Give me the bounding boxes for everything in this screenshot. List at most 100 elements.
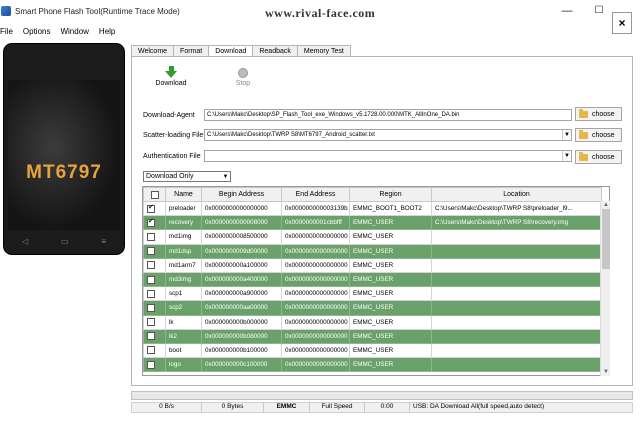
checkbox[interactable] (147, 318, 155, 327)
col-end-address[interactable]: End Address (281, 187, 350, 202)
row-location[interactable] (431, 271, 602, 288)
choose-scatter-button[interactable]: choose (575, 128, 622, 142)
download-agent-field[interactable]: C:\Users\Makc\Desktop\SP_Flash_Tool_exe_… (204, 109, 572, 121)
folder-icon (579, 129, 588, 139)
table-scrollbar[interactable]: ▲ ▼ (600, 201, 610, 376)
row-location[interactable] (431, 342, 602, 359)
row-location[interactable] (431, 357, 602, 373)
row-checkbox[interactable] (143, 271, 166, 288)
scatter-value: C:\Users\Makc\Desktop\TWRP S8\MT6797_And… (207, 132, 375, 138)
mode-select[interactable]: Download Only ▼ (143, 171, 231, 182)
checkbox[interactable] (147, 247, 155, 256)
menu-window[interactable]: Window (60, 27, 88, 36)
row-checkbox[interactable] (143, 328, 166, 344)
row-location[interactable] (431, 314, 602, 330)
mode-value: Download Only (146, 173, 194, 180)
row-region: EMMC_USER (349, 286, 432, 302)
select-all-checkbox[interactable] (143, 187, 166, 202)
row-name: md1img (165, 229, 202, 245)
toolbar: Download Stop (150, 66, 294, 87)
download-button[interactable]: Download (150, 66, 192, 87)
checkbox[interactable] (147, 360, 155, 369)
row-location[interactable]: C:\Users\Makc\Desktop\TWRP S8\recovery.i… (431, 215, 602, 231)
col-name[interactable]: Name (165, 187, 202, 202)
row-checkbox[interactable] (143, 215, 166, 231)
checkbox[interactable] (147, 332, 155, 341)
row-checkbox[interactable] (143, 300, 166, 316)
row-end-address: 0x0000000000000000 (281, 328, 350, 344)
row-location[interactable] (431, 257, 602, 273)
row-begin-address: 0x000000000a400000 (201, 271, 282, 288)
checkbox[interactable] (147, 346, 155, 355)
status-time: 0:00 (365, 402, 410, 413)
table-row[interactable]: md1arm7 0x000000000a100000 0x0000000000000… (143, 257, 602, 273)
chevron-down-icon[interactable]: ▼ (562, 151, 571, 161)
row-begin-address: 0x000000000b100000 (201, 342, 282, 359)
menu-file[interactable]: File (0, 27, 13, 36)
col-begin-address[interactable]: Begin Address (201, 187, 282, 202)
close-button[interactable]: × (612, 12, 632, 34)
table-row[interactable]: lk 0x000000000b000000 0x0000000000000000 EM… (143, 314, 602, 330)
folder-icon (579, 151, 588, 161)
scatter-file-select[interactable]: C:\Users\Makc\Desktop\TWRP S8\MT6797_And… (204, 129, 572, 141)
table-row[interactable]: boot 0x000000000b100000 0x0000000000000000… (143, 342, 602, 359)
choose-label: choose (592, 153, 615, 161)
choose-auth-button[interactable]: choose (575, 150, 622, 164)
menu-options[interactable]: Options (23, 27, 51, 36)
stop-button[interactable]: Stop (222, 66, 264, 87)
chevron-down-icon[interactable]: ▼ (221, 172, 230, 182)
row-checkbox[interactable] (143, 342, 166, 359)
table-row[interactable]: md1dsp 0x0000000009d00000 0x00000000000000… (143, 243, 602, 259)
status-bar: 0 B/s 0 Bytes EMMC Full Speed 0:00 USB: … (131, 402, 633, 413)
row-location[interactable] (431, 328, 602, 344)
choose-download-agent-button[interactable]: choose (575, 107, 622, 121)
checkbox[interactable] (147, 261, 155, 270)
scroll-up-icon[interactable]: ▲ (601, 201, 611, 209)
row-checkbox[interactable] (143, 357, 166, 373)
table-row[interactable]: recovery0x00000000000080000x0000000001cb… (143, 215, 602, 231)
checkbox[interactable] (147, 303, 155, 312)
phone-image: MT6797 ◁ ▭ ≡ (4, 44, 124, 254)
table-row[interactable]: scp2 0x000000000aa00000 0x0000000000000000… (143, 300, 602, 316)
col-region[interactable]: Region (349, 187, 432, 202)
row-checkbox[interactable] (143, 200, 166, 217)
menu-help[interactable]: Help (99, 27, 115, 36)
row-checkbox[interactable] (143, 314, 166, 330)
minimize-button[interactable]: — (560, 4, 574, 18)
row-checkbox[interactable] (143, 286, 166, 302)
row-location[interactable] (431, 229, 602, 245)
checkbox[interactable] (147, 217, 155, 227)
phone-keys: ◁ ▭ ≡ (4, 237, 124, 247)
row-checkbox[interactable] (143, 229, 166, 245)
checkbox[interactable] (147, 275, 155, 284)
scroll-down-icon[interactable]: ▼ (601, 368, 611, 376)
row-location[interactable] (431, 286, 602, 302)
folder-icon (579, 108, 588, 118)
back-key-icon: ◁ (22, 237, 29, 246)
row-region: EMMC_USER (349, 357, 432, 373)
checkbox[interactable] (147, 203, 155, 213)
row-location[interactable]: C:\Users\Makc\Desktop\TWRP S8\preloader_… (431, 200, 602, 217)
row-end-address: 0x0000000000000000 (281, 314, 350, 330)
status-speed: 0 B/s (132, 402, 202, 413)
row-location[interactable] (431, 243, 602, 259)
checkbox[interactable] (147, 289, 155, 298)
table-row[interactable]: md1img 0x0000000008500000 0x00000000000000… (143, 229, 602, 245)
maximize-button[interactable]: ☐ (592, 4, 606, 18)
row-location[interactable] (431, 300, 602, 316)
row-checkbox[interactable] (143, 257, 166, 273)
checkbox[interactable] (147, 232, 155, 241)
auth-file-select[interactable]: ▼ (204, 150, 572, 162)
scroll-thumb[interactable] (602, 209, 610, 269)
row-checkbox[interactable] (143, 243, 166, 259)
table-row[interactable]: logo 0x000000000c100000 0x0000000000000000… (143, 357, 602, 373)
row-region: EMMC_USER (349, 328, 432, 344)
row-region: EMMC_USER (349, 271, 432, 288)
table-row[interactable]: lk2 0x000000000b080000 0x0000000000000000 E… (143, 328, 602, 344)
col-location[interactable]: Location (431, 187, 602, 202)
table-row[interactable]: preloader0x00000000000000000x00000000000… (143, 200, 602, 217)
row-name: md1arm7 (165, 257, 202, 273)
chevron-down-icon[interactable]: ▼ (562, 130, 571, 140)
table-row[interactable]: md3img 0x000000000a400000 0x00000000000000… (143, 271, 602, 288)
table-row[interactable]: scp1 0x000000000a900000 0x0000000000000000… (143, 286, 602, 302)
